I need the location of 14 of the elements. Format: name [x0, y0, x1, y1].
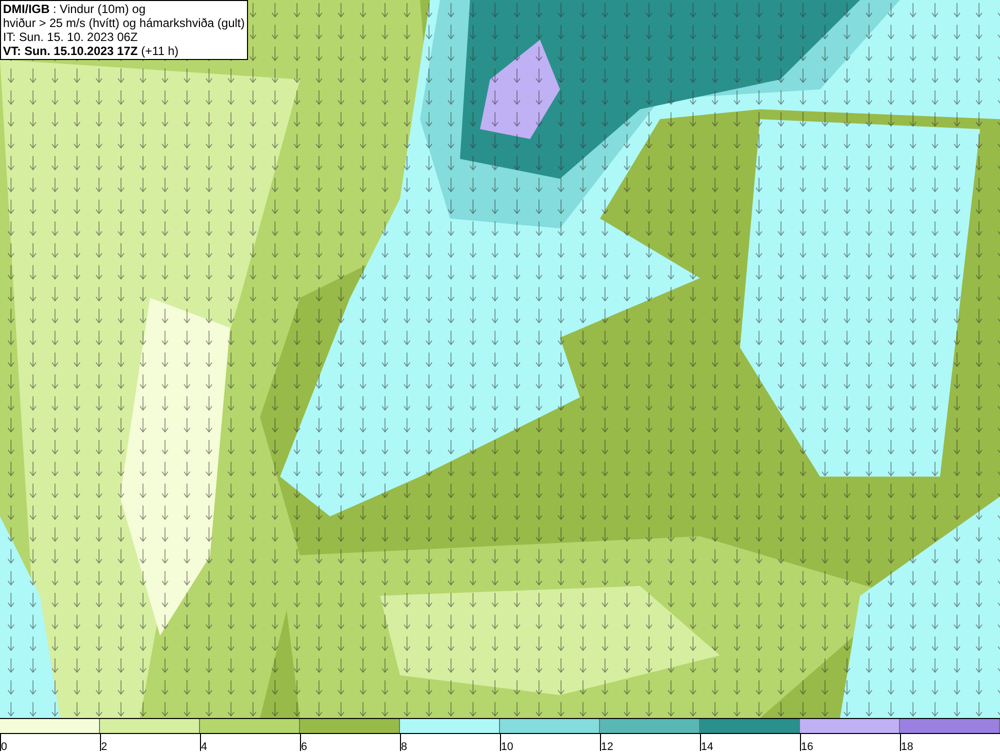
legend-tick-label: 16 — [801, 741, 814, 753]
legend-tick-label: 18 — [901, 741, 914, 753]
legend-tick-label: 8 — [401, 741, 408, 753]
header-line: DMI/IGB : Vindur (10m) og — [3, 2, 146, 16]
header-line: VT: Sun. 15.10.2023 17Z (+11 h) — [3, 44, 180, 58]
legend-tick-label: 14 — [701, 741, 714, 753]
legend-tick-label: 6 — [301, 741, 308, 753]
legend-tick-label: 0 — [1, 741, 8, 753]
legend-tick-label: 4 — [201, 741, 208, 753]
legend-tick-label: 12 — [601, 741, 614, 753]
header-line: hviður > 25 m/s (hvítt) og hámarkshviða (gult) — [3, 16, 245, 30]
header-line: IT: Sun. 15. 10. 2023 06Z — [3, 30, 139, 44]
legend-tick-label: 10 — [501, 741, 514, 753]
legend-tick-label: 2 — [101, 741, 108, 753]
